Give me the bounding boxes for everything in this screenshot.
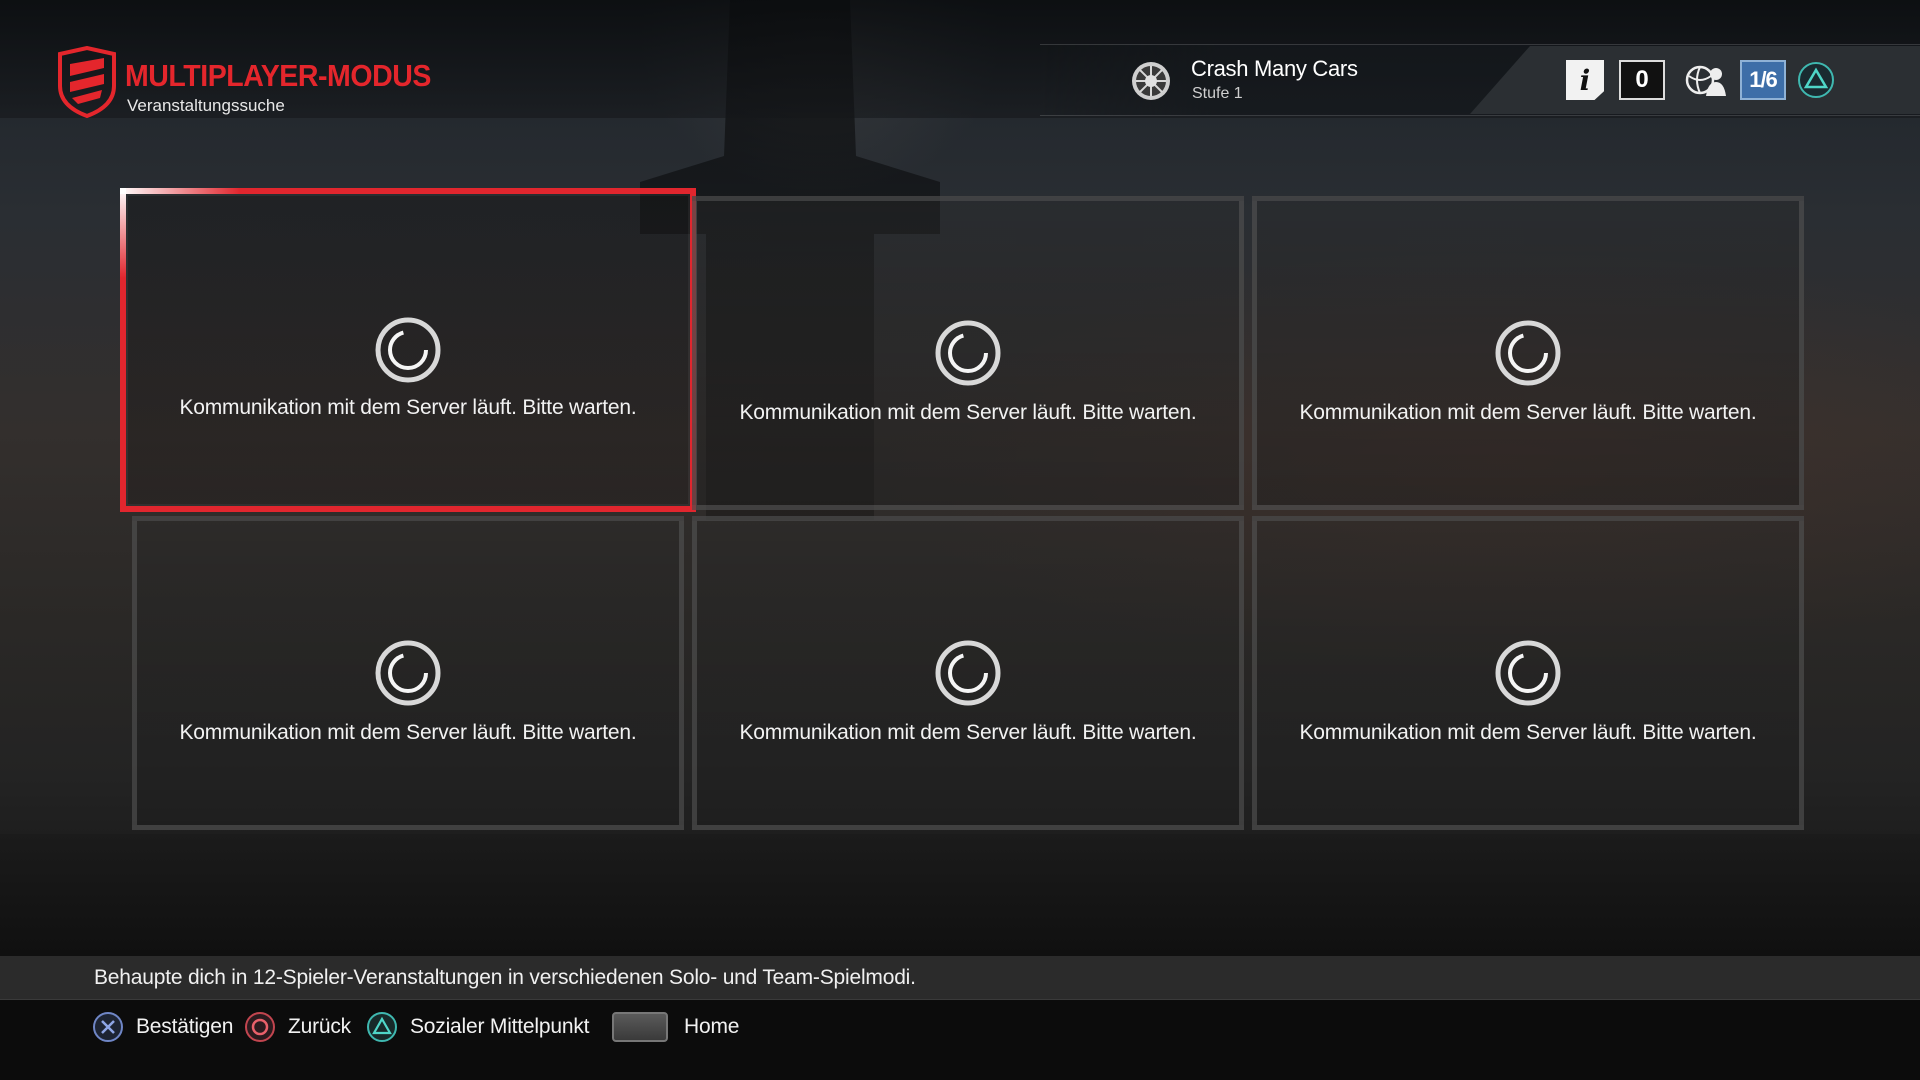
loading-spinner-icon xyxy=(375,640,441,706)
page-indicator: 1/6 xyxy=(1740,60,1786,100)
driveclub-shield-logo-icon xyxy=(58,46,116,118)
event-tile-3[interactable]: Kommunikation mit dem Server läuft. Bitt… xyxy=(1252,196,1804,510)
loading-spinner-icon xyxy=(935,640,1001,706)
mode-title: MULTIPLAYER-MODUS xyxy=(125,58,431,93)
loading-spinner-icon xyxy=(1495,640,1561,706)
background-lower-band xyxy=(0,834,1920,956)
loading-spinner-icon xyxy=(935,320,1001,386)
notification-counter[interactable]: 0 xyxy=(1619,60,1665,100)
friends-globe-icon[interactable] xyxy=(1684,60,1730,100)
event-tile-1[interactable]: Kommunikation mit dem Server läuft. Bitt… xyxy=(120,188,696,512)
player-level: Stufe 1 xyxy=(1192,85,1243,102)
event-tile-4[interactable]: Kommunikation mit dem Server läuft. Bitt… xyxy=(132,516,684,830)
control-label: Home xyxy=(684,1015,740,1038)
loading-spinner-icon xyxy=(375,317,441,383)
control-label: Zurück xyxy=(288,1015,351,1038)
triangle-button-icon[interactable] xyxy=(1796,60,1836,100)
player-name: Crash Many Cars xyxy=(1191,56,1358,81)
control-back[interactable]: Zurück xyxy=(244,1010,351,1044)
control-home[interactable]: Home xyxy=(612,1010,739,1044)
control-label: Bestätigen xyxy=(136,1015,234,1038)
loading-spinner-icon xyxy=(1495,320,1561,386)
tile-status-text: Kommunikation mit dem Server läuft. Bitt… xyxy=(1299,401,1757,424)
event-tile-5[interactable]: Kommunikation mit dem Server läuft. Bitt… xyxy=(692,516,1244,830)
control-label: Sozialer Mittelpunkt xyxy=(410,1015,590,1038)
tile-status-text: Kommunikation mit dem Server läuft. Bitt… xyxy=(739,721,1197,744)
tile-status-text: Kommunikation mit dem Server läuft. Bitt… xyxy=(179,396,637,419)
event-tile-6[interactable]: Kommunikation mit dem Server läuft. Bitt… xyxy=(1252,516,1804,830)
touchpad-button-icon xyxy=(612,1012,668,1042)
control-confirm[interactable]: Bestätigen xyxy=(92,1010,233,1044)
cross-button-icon xyxy=(93,1012,123,1042)
description-text: Behaupte dich in 12-Spieler-Veranstaltun… xyxy=(94,966,916,989)
tile-status-text: Kommunikation mit dem Server läuft. Bitt… xyxy=(179,721,637,744)
tile-status-text: Kommunikation mit dem Server läuft. Bitt… xyxy=(1299,721,1757,744)
info-icon[interactable]: i xyxy=(1566,60,1604,100)
circle-button-icon xyxy=(245,1012,275,1042)
tile-status-text: Kommunikation mit dem Server läuft. Bitt… xyxy=(739,401,1197,424)
player-emblem-icon[interactable] xyxy=(1130,60,1172,102)
event-tile-2[interactable]: Kommunikation mit dem Server läuft. Bitt… xyxy=(692,196,1244,510)
triangle-button-icon xyxy=(367,1012,397,1042)
control-social-hub[interactable]: Sozialer Mittelpunkt xyxy=(366,1010,589,1044)
mode-subtitle: Veranstaltungssuche xyxy=(127,96,285,115)
